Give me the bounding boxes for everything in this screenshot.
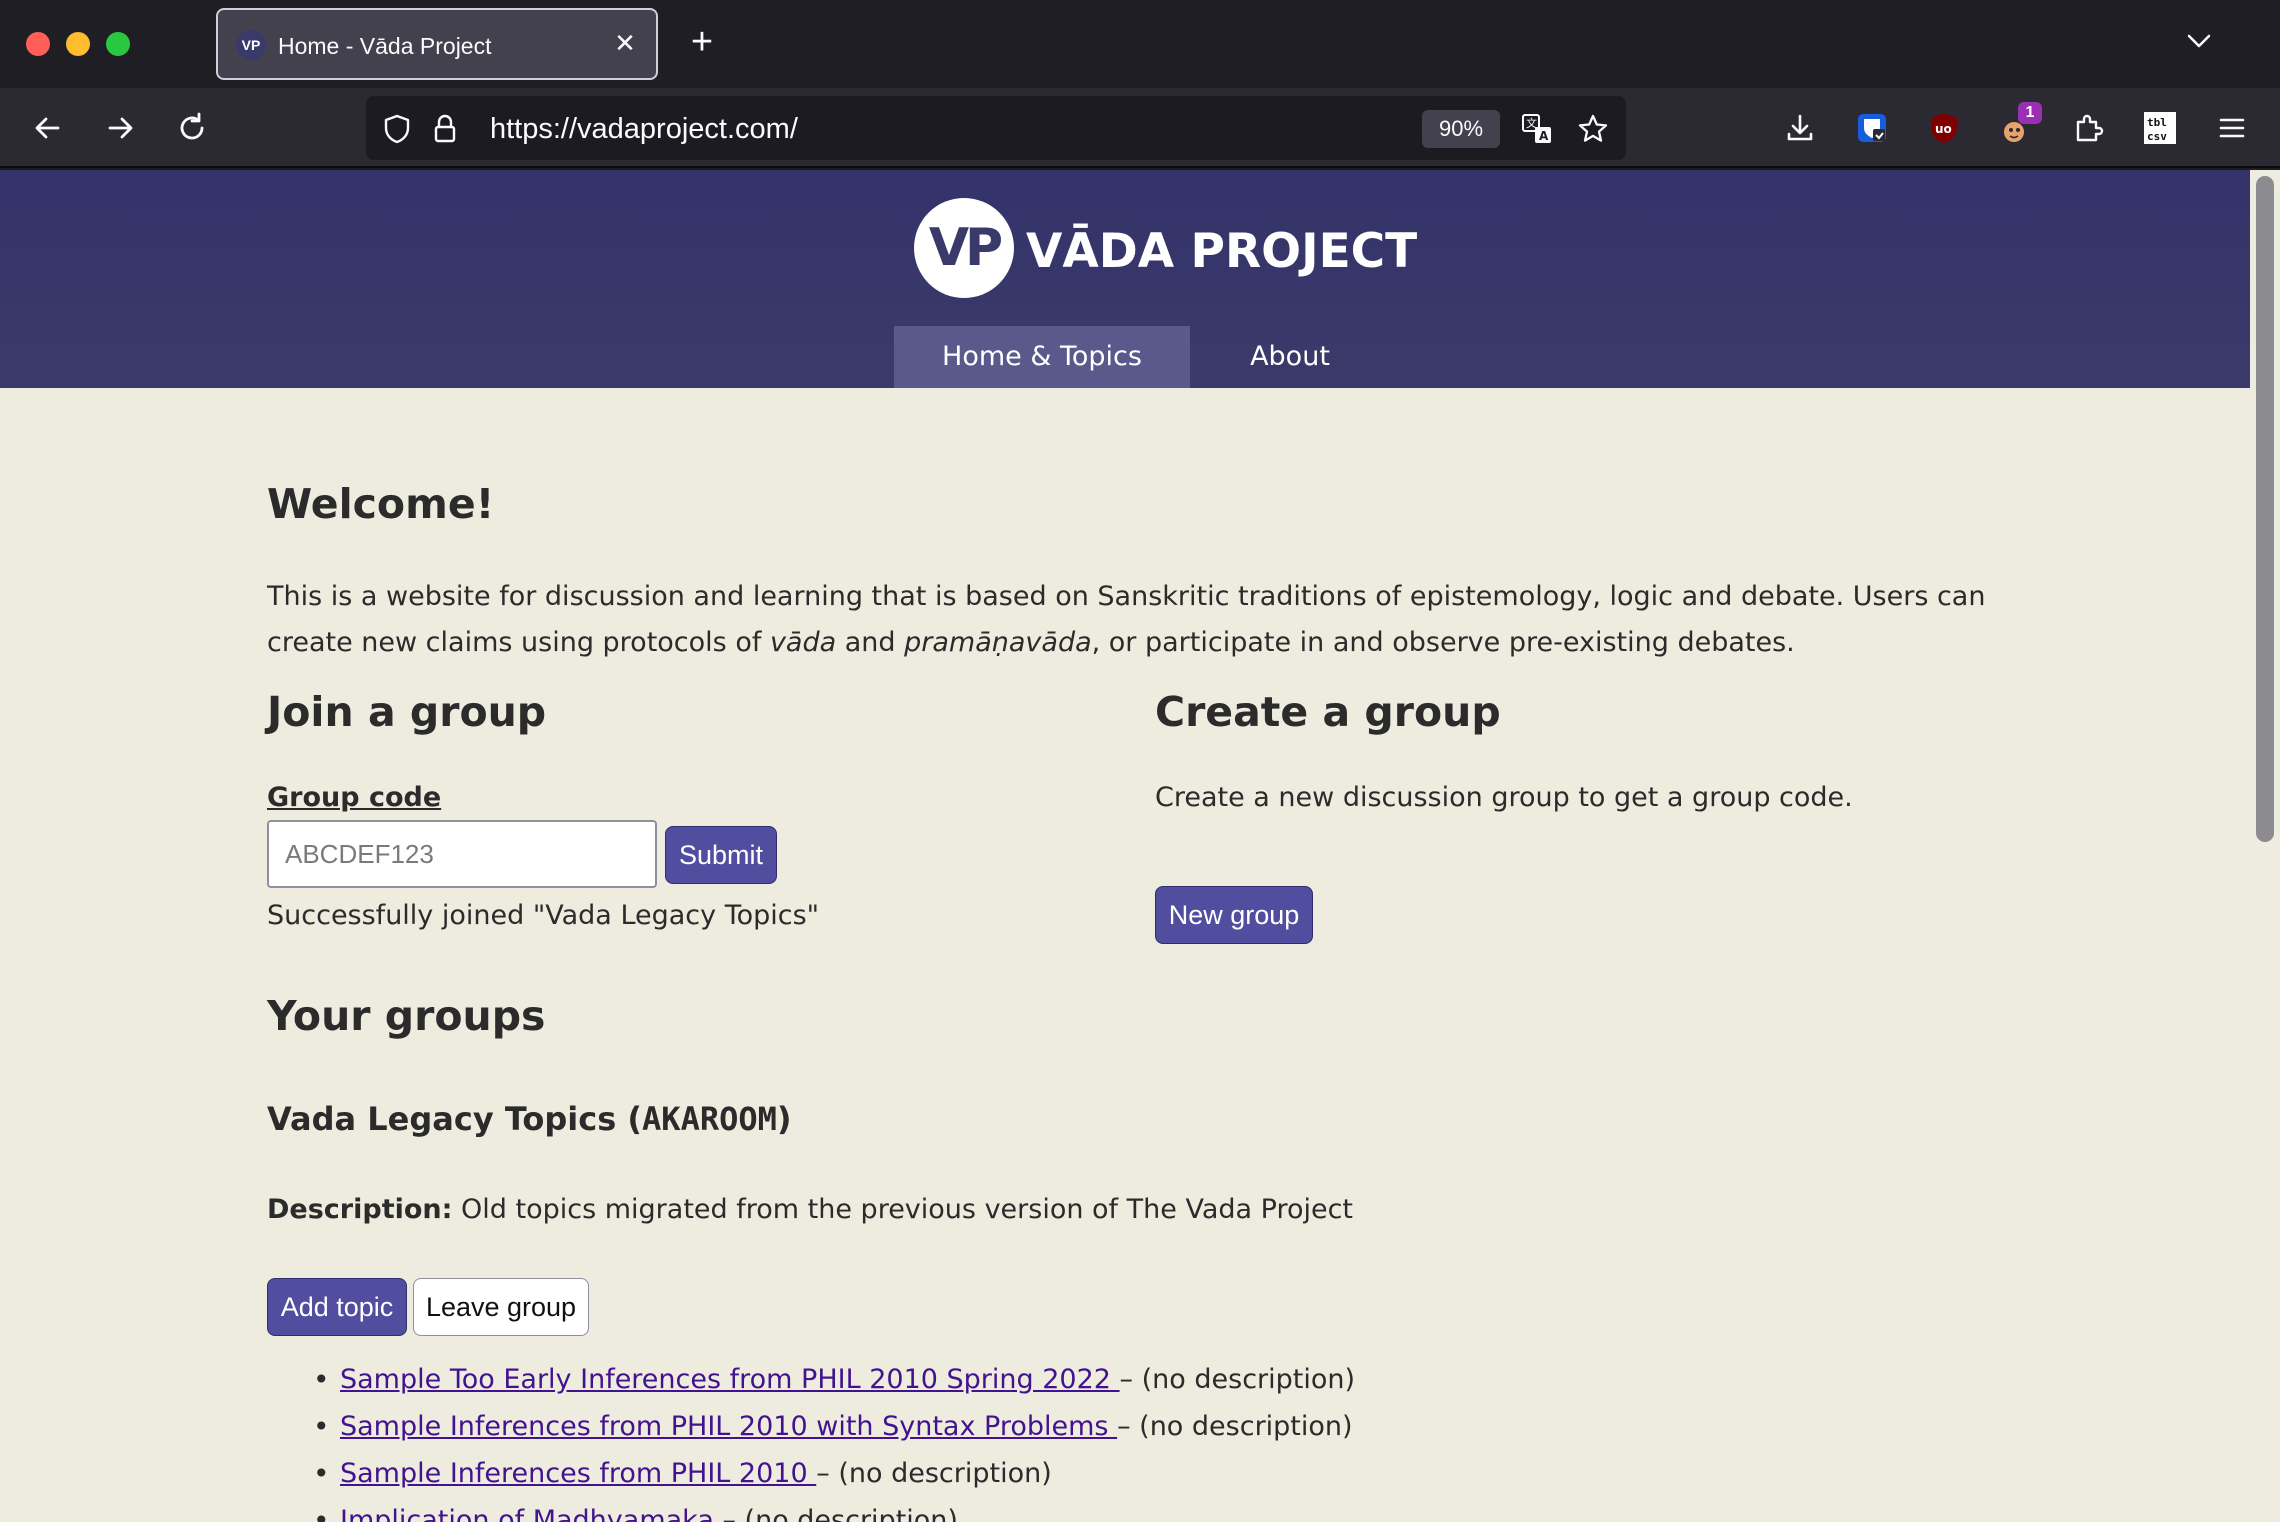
leave-group-button[interactable]: Leave group xyxy=(413,1278,589,1336)
list-item: Sample Inferences from PHIL 2010 – (no d… xyxy=(267,1450,1355,1497)
nav-about[interactable]: About xyxy=(1220,326,1360,388)
topic-list: Sample Too Early Inferences from PHIL 20… xyxy=(267,1356,1355,1522)
extensions-puzzle-icon[interactable] xyxy=(2068,108,2108,148)
browser-nav-bar: https://vadaproject.com/ 90% 文A uo 1 tbl… xyxy=(0,88,2280,168)
scrollbar-thumb[interactable] xyxy=(2256,176,2274,842)
topic-description: (no description) xyxy=(1141,1364,1356,1395)
site-header: VP VĀDA PROJECT Home & Topics About xyxy=(0,170,2250,388)
create-group-heading: Create a group xyxy=(1155,688,1501,736)
group-code-value: AKAROOM xyxy=(642,1100,777,1138)
menu-icon[interactable] xyxy=(2212,108,2252,148)
zoom-level-badge[interactable]: 90% xyxy=(1422,110,1500,148)
translate-icon[interactable]: 文A xyxy=(1520,112,1554,146)
extension-count-badge: 1 xyxy=(2018,102,2042,124)
new-group-button[interactable]: New group xyxy=(1155,886,1313,944)
browser-tab-active[interactable]: VP Home - Vāda Project ✕ xyxy=(216,8,658,80)
site-favicon-icon: VP xyxy=(236,30,266,60)
new-tab-button[interactable]: + xyxy=(684,23,720,61)
svg-text:文: 文 xyxy=(1526,116,1537,130)
welcome-heading: Welcome! xyxy=(267,480,495,528)
page-viewport: VP VĀDA PROJECT Home & Topics About Welc… xyxy=(0,170,2280,1522)
back-icon[interactable] xyxy=(28,108,68,148)
svg-text:tbl: tbl xyxy=(2147,116,2167,129)
page-scrollbar[interactable] xyxy=(2250,170,2280,1522)
extension-badge-icon[interactable]: 1 xyxy=(1996,102,2042,148)
your-groups-heading: Your groups xyxy=(267,992,546,1040)
svg-text:uo: uo xyxy=(1935,122,1952,136)
topic-description: (no description) xyxy=(1139,1411,1353,1442)
list-item: Sample Inferences from PHIL 2010 with Sy… xyxy=(267,1403,1355,1450)
forward-icon[interactable] xyxy=(100,108,140,148)
topic-link[interactable]: Sample Inferences from PHIL 2010 with Sy… xyxy=(340,1411,1117,1442)
site-logo-text[interactable]: VĀDA PROJECT xyxy=(1026,224,1417,279)
list-item: Implication of Madhyamaka – (no descript… xyxy=(267,1497,1355,1522)
topic-description: (no description) xyxy=(744,1505,958,1522)
tab-list-chevron-icon[interactable] xyxy=(2184,26,2214,56)
reload-icon[interactable] xyxy=(172,108,212,148)
url-bar[interactable]: https://vadaproject.com/ 90% 文A xyxy=(366,96,1626,160)
browser-tab-bar: VP Home - Vāda Project ✕ + xyxy=(0,0,2280,88)
join-group-heading: Join a group xyxy=(267,688,547,736)
list-item: Sample Too Early Inferences from PHIL 20… xyxy=(267,1356,1355,1403)
site-logo-icon[interactable]: VP xyxy=(914,198,1014,298)
tab-close-icon[interactable]: ✕ xyxy=(610,28,640,58)
svg-text:csv: csv xyxy=(2147,130,2167,143)
topic-link[interactable]: Implication of Madhyamaka xyxy=(340,1505,714,1522)
tab-title: Home - Vāda Project xyxy=(278,33,492,59)
download-icon[interactable] xyxy=(1780,108,1820,148)
topic-link[interactable]: Sample Too Early Inferences from PHIL 20… xyxy=(340,1364,1120,1395)
group-code-label[interactable]: Group code xyxy=(267,782,441,813)
create-group-description: Create a new discussion group to get a g… xyxy=(1155,782,1853,813)
nav-home-topics[interactable]: Home & Topics xyxy=(894,326,1190,388)
shield-icon[interactable] xyxy=(380,112,414,146)
lock-icon[interactable] xyxy=(428,112,462,146)
submit-button[interactable]: Submit xyxy=(665,826,777,884)
group-code-input[interactable] xyxy=(267,820,657,888)
window-minimize-button[interactable] xyxy=(66,32,90,56)
bitwarden-icon[interactable] xyxy=(1852,108,1892,148)
topic-description: (no description) xyxy=(838,1458,1052,1489)
svg-text:A: A xyxy=(1539,129,1549,143)
bookmark-star-icon[interactable] xyxy=(1576,112,1610,146)
join-status-message: Successfully joined "Vada Legacy Topics" xyxy=(267,900,820,931)
window-close-button[interactable] xyxy=(26,32,50,56)
intro-paragraph: This is a website for discussion and lea… xyxy=(267,581,1986,658)
add-topic-button[interactable]: Add topic xyxy=(267,1278,407,1336)
group-name: Vada Legacy Topics (AKAROOM) xyxy=(267,1100,792,1138)
window-zoom-button[interactable] xyxy=(106,32,130,56)
topic-link[interactable]: Sample Inferences from PHIL 2010 xyxy=(340,1458,816,1489)
url-text[interactable]: https://vadaproject.com/ xyxy=(490,113,798,146)
table-csv-icon[interactable]: tbl csv xyxy=(2140,108,2180,148)
group-description: Description: Old topics migrated from th… xyxy=(267,1194,1354,1225)
ublock-icon[interactable]: uo xyxy=(1924,108,1964,148)
